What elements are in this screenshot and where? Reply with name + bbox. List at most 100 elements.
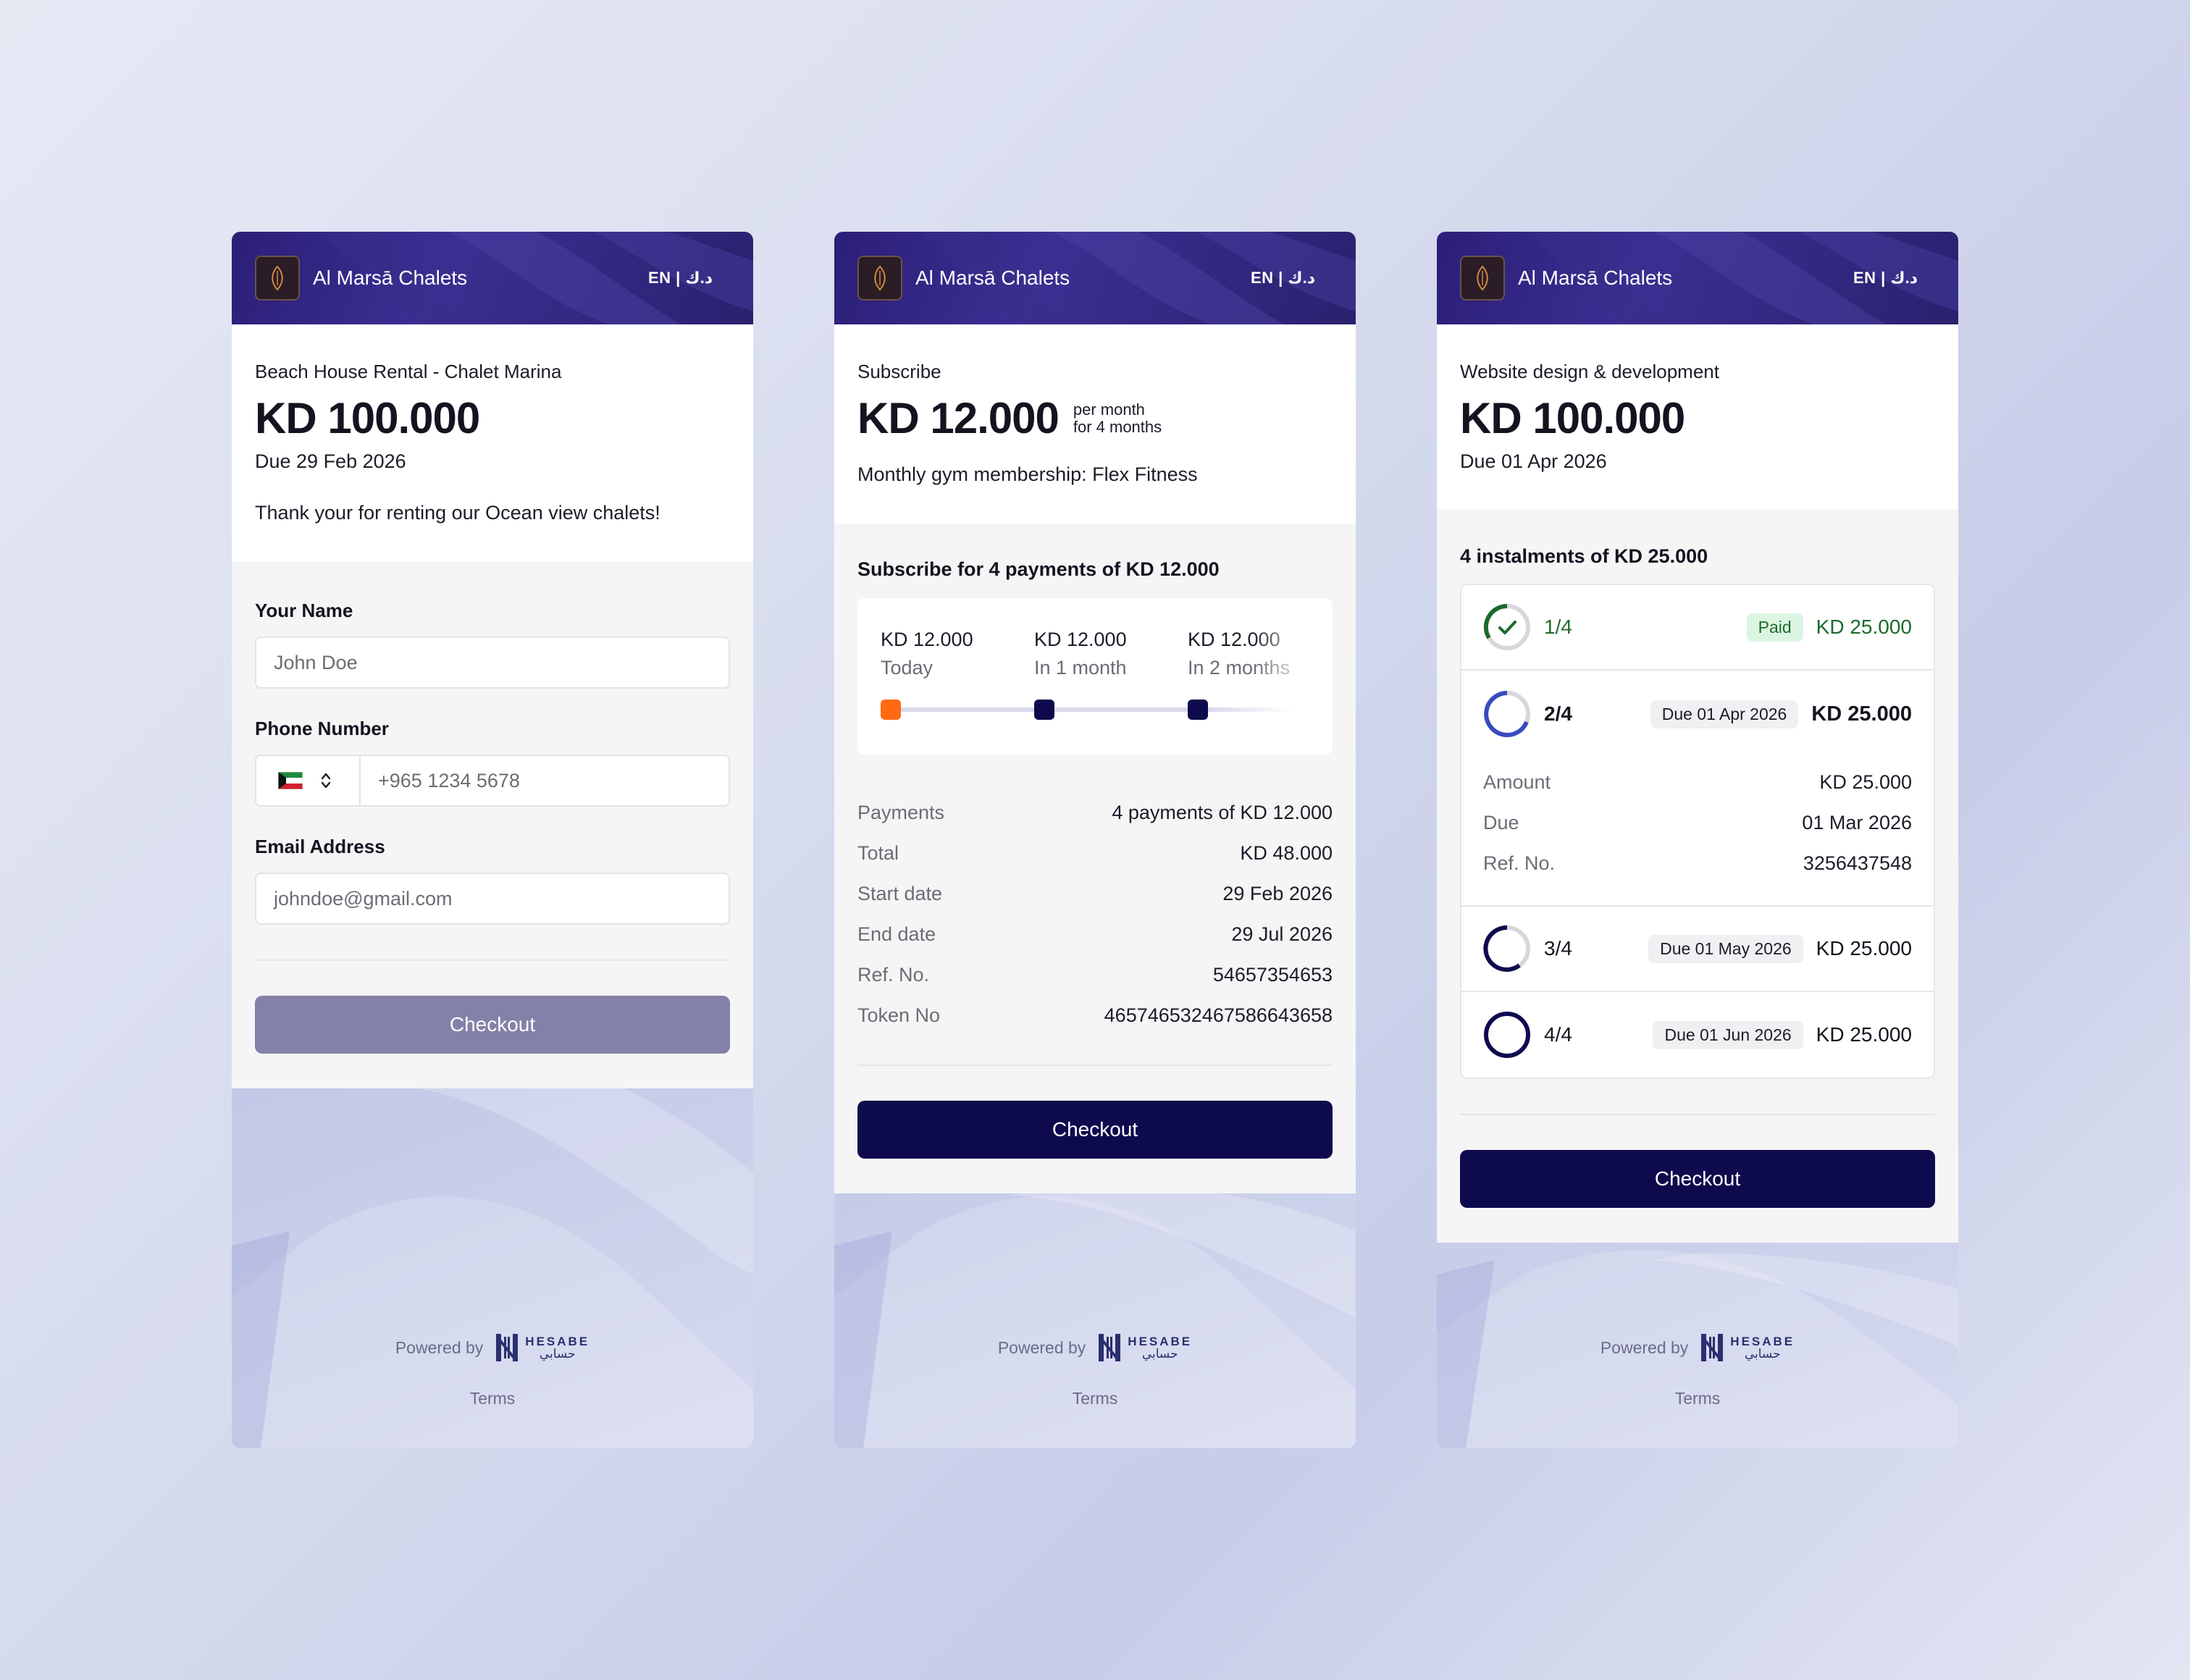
hesabe-mark-icon: [1099, 1334, 1121, 1361]
detail-row-start-date: Start date 29 Feb 2026: [857, 873, 1333, 914]
due-date: Due 29 Feb 2026: [255, 450, 406, 472]
name-input[interactable]: John Doe: [255, 637, 730, 689]
detail-value: 29 Feb 2026: [1222, 882, 1333, 904]
terms-link[interactable]: Terms: [1437, 1389, 1958, 1408]
invoice-amount: KD 100.000: [1460, 394, 1685, 442]
language-toggle[interactable]: EN | د.ك: [1853, 269, 1918, 287]
due-badge: Due 01 Apr 2026: [1650, 700, 1799, 728]
customer-form: Your Name John Doe Phone Number +965 123…: [232, 562, 753, 1088]
detail-key: Amount: [1483, 770, 1551, 793]
detail-key: End date: [857, 923, 936, 945]
due-badge: Due 01 Jun 2026: [1653, 1020, 1803, 1049]
section-title: Subscribe for 4 payments of KD 12.000: [857, 558, 1220, 580]
hesabe-arabic: حسابي: [539, 1347, 576, 1361]
instalments-card: Al Marsā Chalets EN | د.ك Website design…: [1437, 232, 1958, 1448]
detail-value: 465746532467586643658: [1104, 1004, 1333, 1026]
details-divider: [857, 1064, 1333, 1066]
leaf-icon: [272, 265, 283, 291]
leaf-icon: [874, 265, 886, 291]
progress-ring-icon: [1484, 691, 1530, 737]
per-month-label: per month: [1073, 400, 1145, 419]
detail-value: KD 25.000: [1819, 770, 1912, 793]
progress-ring-icon: [1483, 925, 1530, 972]
detail-key: Payments: [857, 801, 945, 823]
instalment-row-3[interactable]: 3/4 Due 01 May 2026 KD 25.000: [1461, 907, 1934, 992]
brand-logo: [1460, 256, 1505, 301]
powered-by-label: Powered by: [395, 1337, 484, 1357]
instalment-row-1[interactable]: 1/4 Paid KD 25.000: [1461, 585, 1934, 671]
detail-key: Total: [857, 841, 899, 864]
phone-input[interactable]: +965 1234 5678: [361, 756, 729, 805]
leaf-icon: [1477, 265, 1488, 291]
email-placeholder: johndoe@gmail.com: [274, 887, 453, 910]
details-list: Payments 4 payments of KD 12.000 Total K…: [857, 792, 1333, 1036]
hesabe-wordmark: HESABE: [525, 1335, 590, 1348]
checkout-button[interactable]: Checkout: [255, 996, 730, 1054]
card-footer: Powered by HESABE حسابي Terms: [232, 1332, 753, 1408]
language-toggle[interactable]: EN | د.ك: [648, 269, 713, 287]
email-input[interactable]: johndoe@gmail.com: [255, 873, 730, 925]
instalment-list: 1/4 Paid KD 25.000 2/4 Due 01 Apr 2026 K…: [1460, 584, 1935, 1079]
timeline-amount: KD 12.000: [881, 629, 973, 650]
expanded-ref-row: Ref. No. 3256437548: [1483, 843, 1912, 883]
checkout-button[interactable]: Checkout: [1460, 1150, 1935, 1208]
instalment-row-2[interactable]: 2/4 Due 01 Apr 2026 KD 25.000 Amount KD …: [1461, 671, 1934, 907]
section-title: 4 instalments of KD 25.000: [1460, 545, 1708, 567]
hesabe-wordmark: HESABE: [1128, 1335, 1193, 1348]
card-footer: Powered by HESABE حسابي Terms: [834, 1332, 1356, 1408]
due-badge: Due 01 May 2026: [1648, 934, 1803, 963]
hesabe-wordmark: HESABE: [1730, 1335, 1795, 1348]
expanded-due-row: Due 01 Mar 2026: [1483, 802, 1912, 843]
invoice-summary: Beach House Rental - Chalet Marina KD 10…: [232, 324, 753, 562]
detail-row-end-date: End date 29 Jul 2026: [857, 914, 1333, 954]
subscription-summary: Subscribe KD 12.000 per month for 4 mont…: [834, 324, 1356, 524]
instalment-row-4[interactable]: 4/4 Due 01 Jun 2026 KD 25.000: [1461, 992, 1934, 1078]
instalment-index: 3/4: [1544, 937, 1572, 959]
detail-key: Token No: [857, 1004, 941, 1026]
expanded-amount-row: Amount KD 25.000: [1483, 762, 1912, 802]
brand-name: Al Marsā Chalets: [915, 266, 1070, 289]
detail-row-token-no: Token No 465746532467586643658: [857, 995, 1333, 1036]
language-toggle[interactable]: EN | د.ك: [1251, 269, 1315, 287]
checkout-button[interactable]: Checkout: [857, 1101, 1333, 1159]
instalment-amount: KD 25.000: [1811, 702, 1912, 726]
brand-name: Al Marsā Chalets: [1518, 266, 1673, 289]
detail-value: 4 payments of KD 12.000: [1112, 801, 1333, 823]
detail-value: 01 Mar 2026: [1802, 811, 1912, 833]
timeline-when: Today: [881, 657, 934, 679]
hesabe-logo: HESABE حسابي: [495, 1332, 590, 1363]
email-label: Email Address: [255, 836, 385, 857]
invoice-amount: KD 100.000: [255, 394, 480, 442]
form-divider: [255, 959, 730, 961]
brand-logo: [857, 256, 902, 301]
brand-logo: [255, 256, 300, 301]
detail-key: Ref. No.: [857, 963, 930, 986]
card-header: Al Marsā Chalets EN | د.ك: [1437, 232, 1958, 324]
instalment-amount: KD 25.000: [1816, 937, 1912, 959]
country-code-select[interactable]: [256, 756, 361, 805]
powered-by-label: Powered by: [1600, 1337, 1689, 1357]
hesabe-arabic: حسابي: [1141, 1347, 1178, 1361]
subscription-card: Al Marsā Chalets EN | د.ك Subscribe KD 1…: [834, 232, 1356, 1448]
card-header: Al Marsā Chalets EN | د.ك: [232, 232, 753, 324]
detail-row-total: Total KD 48.000: [857, 833, 1333, 873]
hesabe-mark-icon: [1701, 1334, 1724, 1361]
instalment-index: 1/4: [1544, 616, 1572, 638]
detail-key: Start date: [857, 882, 943, 904]
card-footer: Powered by HESABE حسابي Terms: [1437, 1332, 1958, 1408]
timeline-item-1-month: KD 12.000 In 1 month: [1034, 629, 1127, 679]
invoice-summary: Website design & development KD 100.000 …: [1437, 324, 1958, 509]
terms-link[interactable]: Terms: [232, 1389, 753, 1408]
timeline-when: In 1 month: [1034, 657, 1127, 679]
instalments-divider: [1460, 1114, 1935, 1115]
card-header: Al Marsā Chalets EN | د.ك: [834, 232, 1356, 324]
powered-by-label: Powered by: [997, 1337, 1086, 1357]
instalment-amount: KD 25.000: [1816, 616, 1912, 638]
instalment-index: 2/4: [1544, 702, 1572, 725]
timeline-track: [886, 707, 1292, 712]
hesabe-logo: HESABE حسابي: [1097, 1332, 1192, 1363]
subscription-details: Subscribe for 4 payments of KD 12.000 KD…: [834, 524, 1356, 1193]
paid-check-icon: [1483, 603, 1530, 650]
chevron-updown-icon: [321, 773, 331, 789]
terms-link[interactable]: Terms: [834, 1389, 1356, 1408]
